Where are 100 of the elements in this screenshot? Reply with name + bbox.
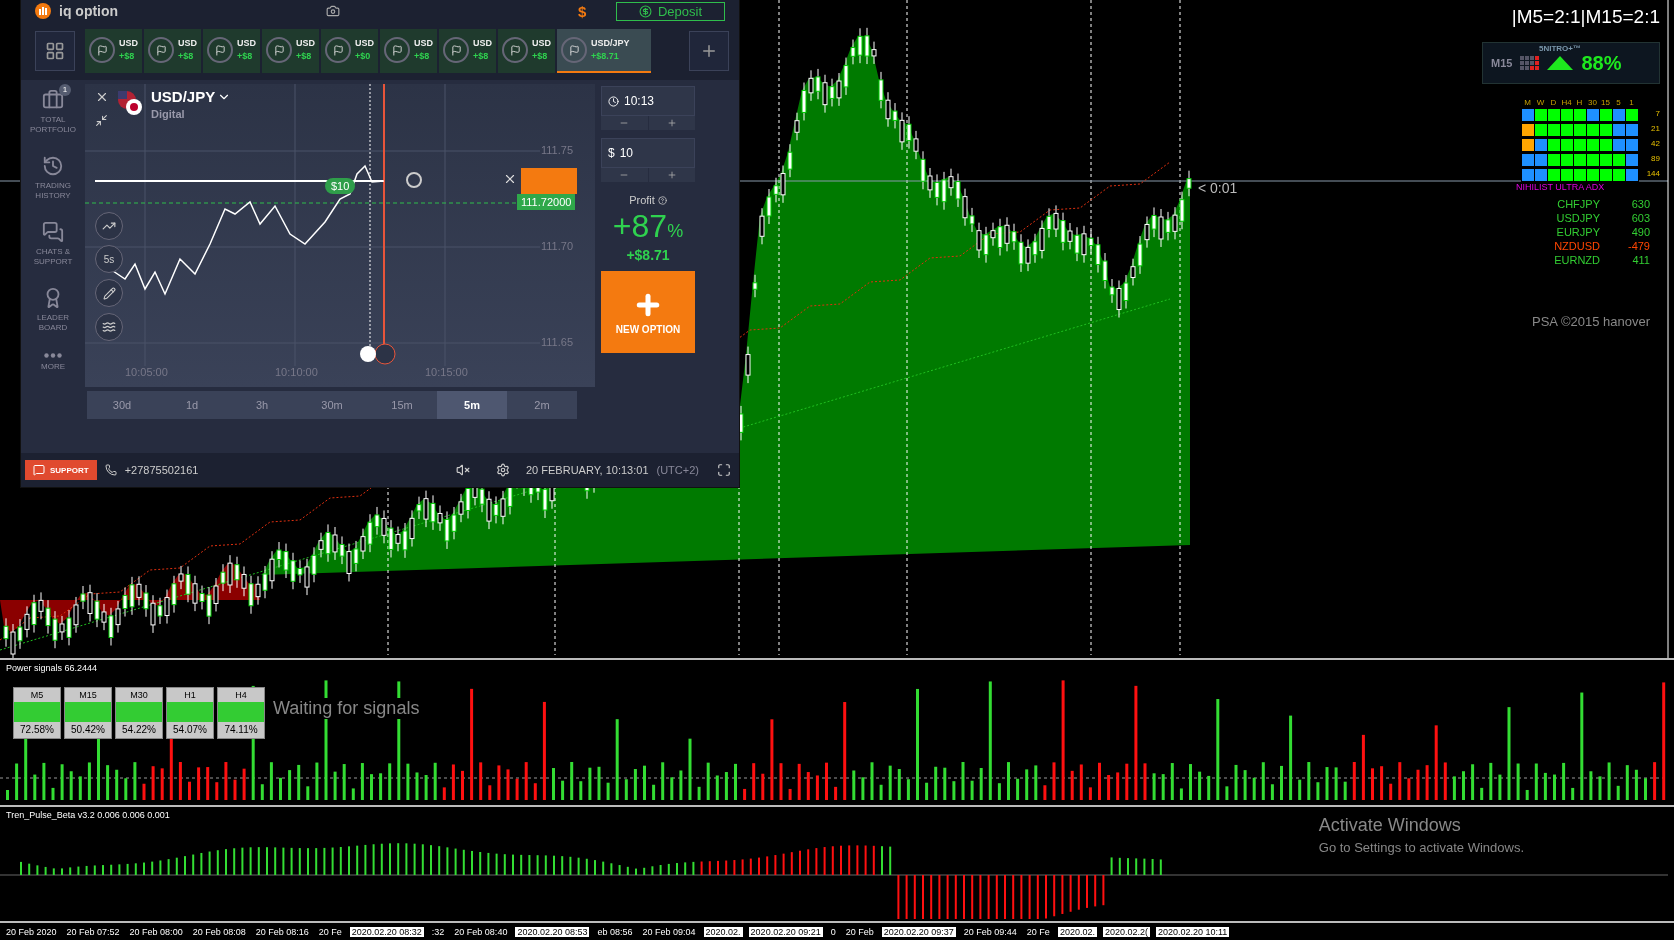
signal-bar [218, 702, 264, 722]
time-label: 2020.02.20 08:53 [515, 926, 590, 937]
plus-icon [666, 118, 677, 128]
asset-tab[interactable]: USD +$8 [380, 29, 437, 73]
time-label: 2020.02. [1057, 926, 1097, 937]
sidebar-item[interactable]: CHATS & SUPPORT [23, 220, 83, 268]
timeframe-tab[interactable]: 1d [157, 391, 227, 419]
logo-text: iq option [59, 2, 119, 20]
plus-icon [666, 170, 677, 180]
time-label: eb 08:56 [596, 926, 634, 937]
column-label: D [1549, 98, 1558, 107]
asset-tab[interactable]: USD +$8 [262, 29, 319, 73]
timeframe-tab[interactable]: 30d [87, 391, 157, 419]
fullscreen-icon[interactable] [717, 463, 731, 477]
indicator-title: Power signals 66.2444 [6, 663, 98, 673]
deposit-button[interactable]: Deposit [615, 1, 725, 21]
activation-title: Activate Windows [1318, 815, 1462, 836]
sidebar-item[interactable]: MORE [23, 352, 83, 373]
pair-name: NZDUSD [1554, 240, 1600, 252]
period-label: 21 [1650, 123, 1660, 135]
price-label: 111.75 [541, 144, 573, 156]
clock-icon [608, 95, 619, 107]
pencil-icon [102, 286, 116, 300]
timeframe-tab[interactable]: 2m [507, 391, 577, 419]
support-button[interactable]: SUPPORT [25, 460, 97, 480]
time-label: 20 Feb 2020 [5, 926, 58, 937]
up-triangle-icon [1547, 56, 1574, 70]
asset-tab[interactable]: USD +$8 [144, 29, 201, 73]
signal-bar [167, 702, 213, 722]
pair-value: 411 [1631, 254, 1650, 266]
amount-field[interactable]: $ 10 [601, 138, 695, 168]
flag-icon [148, 37, 174, 63]
percent-label: 54.22% [121, 723, 157, 737]
mute-icon[interactable] [456, 463, 470, 477]
dot-grid-icon [1520, 56, 1540, 70]
flag-pair-icon [117, 90, 143, 116]
copyright-text: PSA ©2015 hanover [1532, 314, 1650, 329]
status-message: Waiting for signals [271, 698, 422, 719]
grid-icon [45, 41, 65, 61]
signal-bar [116, 702, 162, 722]
timeframe-label: H1 [183, 689, 197, 702]
column-label: 30 [1587, 98, 1598, 107]
profit-label: +$8 [296, 50, 312, 63]
indicator-title: NIHILIST ULTRA ADX [1516, 182, 1605, 192]
column-label: 15 [1600, 98, 1611, 107]
timeframe-tab[interactable]: 30m [297, 391, 367, 419]
count-badge: 1 [59, 84, 71, 96]
column-label: M [1523, 98, 1532, 107]
asset-tab[interactable]: USD +$0 [321, 29, 378, 73]
settings-icon[interactable] [496, 463, 510, 477]
asset-tab[interactable]: USD +$8 [439, 29, 496, 73]
sidebar-item[interactable]: TRADING HISTORY [23, 154, 83, 202]
profit-label: +$0 [355, 50, 371, 63]
flag-icon [384, 37, 410, 63]
time-label: 20 Feb 08:40 [453, 926, 509, 937]
profit-label: +$8 [178, 50, 194, 63]
countdown-text: < 0:01 [1198, 180, 1238, 196]
indicator-button[interactable] [95, 313, 123, 341]
time-label: 10:15:00 [425, 366, 468, 378]
asset-tab[interactable]: USD +$8 [203, 29, 260, 73]
percent-text: 88% [1581, 51, 1622, 75]
interval-button[interactable]: 5s [95, 245, 123, 273]
pair-name: EURJPY [1555, 226, 1600, 238]
column-label: H [1575, 98, 1584, 107]
phone-icon [104, 464, 117, 476]
signal-bar [14, 702, 60, 722]
profit-label: +$8 [473, 50, 489, 63]
asset-label: USD [414, 37, 433, 50]
profit-title: Profit [629, 194, 655, 206]
asset-label: USD [119, 37, 138, 50]
chart-type-button[interactable] [95, 212, 123, 240]
flag-icon [207, 37, 233, 63]
close-icon[interactable] [95, 90, 109, 104]
timeframe-tab[interactable]: 5m [437, 391, 507, 419]
time-label: 20 Feb 08:16 [254, 926, 310, 937]
close-icon[interactable] [503, 172, 517, 186]
signal-bar [65, 702, 111, 722]
camera-icon[interactable] [326, 4, 341, 18]
asset-tab[interactable]: USD +$8 [498, 29, 555, 73]
period-label: 7 [1654, 108, 1660, 120]
profit-amount: +$8.71 [625, 247, 671, 263]
plus-icon [700, 42, 718, 60]
grid-button[interactable] [35, 31, 75, 71]
timeframe-tab[interactable]: 3h [227, 391, 297, 419]
time-label: :32 [430, 926, 446, 937]
asset-selector[interactable]: USD/JPY [151, 88, 232, 105]
wave-icon [102, 320, 116, 334]
flag-icon [89, 37, 115, 63]
sidebar-item[interactable]: LEADER BOARD [23, 286, 83, 334]
draw-button[interactable] [95, 279, 123, 307]
asset-tab[interactable]: USD/JPY +$8.71 [557, 29, 651, 73]
timezone: (UTC+2) [656, 464, 699, 476]
asset-tab[interactable]: USD +$8 [85, 29, 142, 73]
timeframe-tab[interactable]: 15m [367, 391, 437, 419]
expiry-field[interactable]: 10:13 [601, 86, 695, 116]
timeframe-label: M15 [1491, 57, 1513, 69]
add-tab-button[interactable] [689, 31, 729, 71]
collapse-icon[interactable] [95, 114, 108, 127]
profit-label: +$8 [414, 50, 430, 63]
time-label: 2020.02. [703, 926, 743, 937]
